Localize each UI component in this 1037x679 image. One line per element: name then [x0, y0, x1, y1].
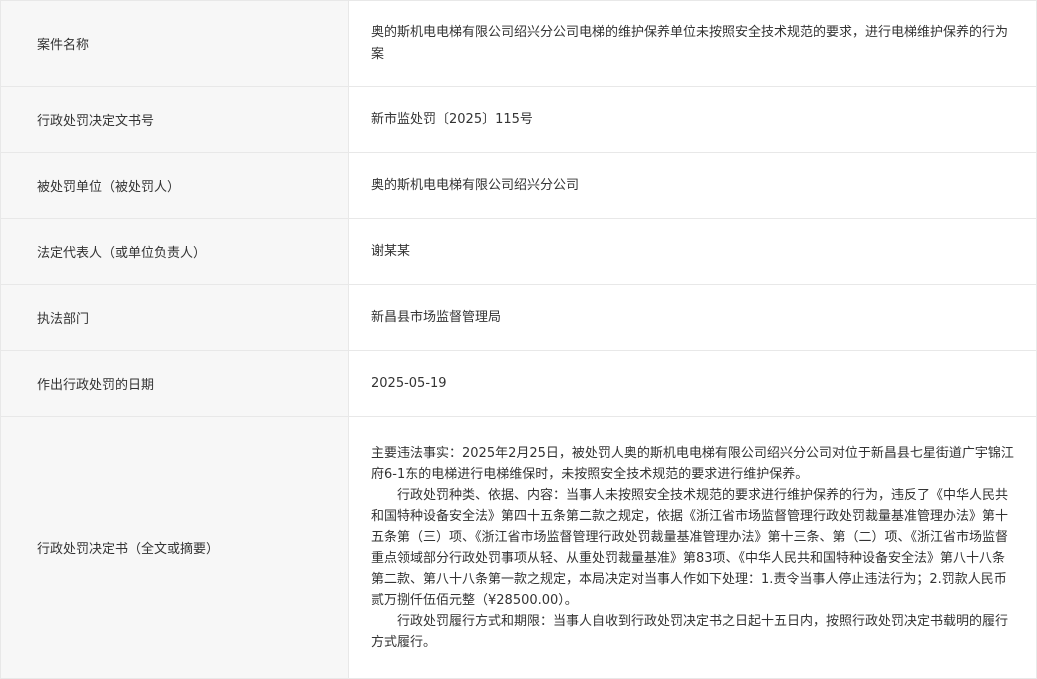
row-label-case-name: 案件名称: [0, 0, 349, 87]
row-value-penalty-date: 2025-05-19: [348, 350, 1037, 417]
penalty-info-table: 案件名称 奥的斯机电电梯有限公司绍兴分公司电梯的维护保养单位未按照安全技术规范的…: [0, 0, 1037, 679]
table-row-case-name: 案件名称 奥的斯机电电梯有限公司绍兴分公司电梯的维护保养单位未按照安全技术规范的…: [0, 0, 1037, 87]
row-value-legal-representative: 谢某某: [348, 218, 1037, 285]
row-value-penalized-party: 奥的斯机电电梯有限公司绍兴分公司: [348, 152, 1037, 219]
row-value-case-name: 奥的斯机电电梯有限公司绍兴分公司电梯的维护保养单位未按照安全技术规范的要求，进行…: [348, 0, 1037, 87]
decision-paragraph-fulfillment: 行政处罚履行方式和期限：当事人自收到行政处罚决定书之日起十五日内，按照行政处罚决…: [371, 613, 1009, 650]
row-label-legal-representative: 法定代表人（或单位负责人）: [0, 218, 349, 285]
row-label-enforcement-department: 执法部门: [0, 284, 349, 351]
table-row-penalized-party: 被处罚单位（被处罚人） 奥的斯机电电梯有限公司绍兴分公司: [0, 152, 1037, 219]
table-row-penalty-date: 作出行政处罚的日期 2025-05-19: [0, 350, 1037, 417]
table-row-decision: 行政处罚决定书（全文或摘要） 主要违法事实：2025年2月25日，被处罚人奥的斯…: [0, 416, 1037, 679]
row-label-penalized-party: 被处罚单位（被处罚人）: [0, 152, 349, 219]
row-label-document-number: 行政处罚决定文书号: [0, 86, 349, 153]
decision-paragraph-facts: 主要违法事实：2025年2月25日，被处罚人奥的斯机电电梯有限公司绍兴分公司对位…: [371, 445, 1014, 482]
table-row-enforcement-department: 执法部门 新昌县市场监督管理局: [0, 284, 1037, 351]
row-value-enforcement-department: 新昌县市场监督管理局: [348, 284, 1037, 351]
row-value-document-number: 新市监处罚〔2025〕115号: [348, 86, 1037, 153]
table-row-legal-representative: 法定代表人（或单位负责人） 谢某某: [0, 218, 1037, 285]
table-row-document-number: 行政处罚决定文书号 新市监处罚〔2025〕115号: [0, 86, 1037, 153]
decision-paragraph-penalty: 行政处罚种类、依据、内容：当事人未按照安全技术规范的要求进行维护保养的行为，违反…: [371, 487, 1009, 608]
row-label-penalty-date: 作出行政处罚的日期: [0, 350, 349, 417]
row-label-decision: 行政处罚决定书（全文或摘要）: [0, 416, 349, 679]
row-value-decision: 主要违法事实：2025年2月25日，被处罚人奥的斯机电电梯有限公司绍兴分公司对位…: [348, 416, 1037, 679]
